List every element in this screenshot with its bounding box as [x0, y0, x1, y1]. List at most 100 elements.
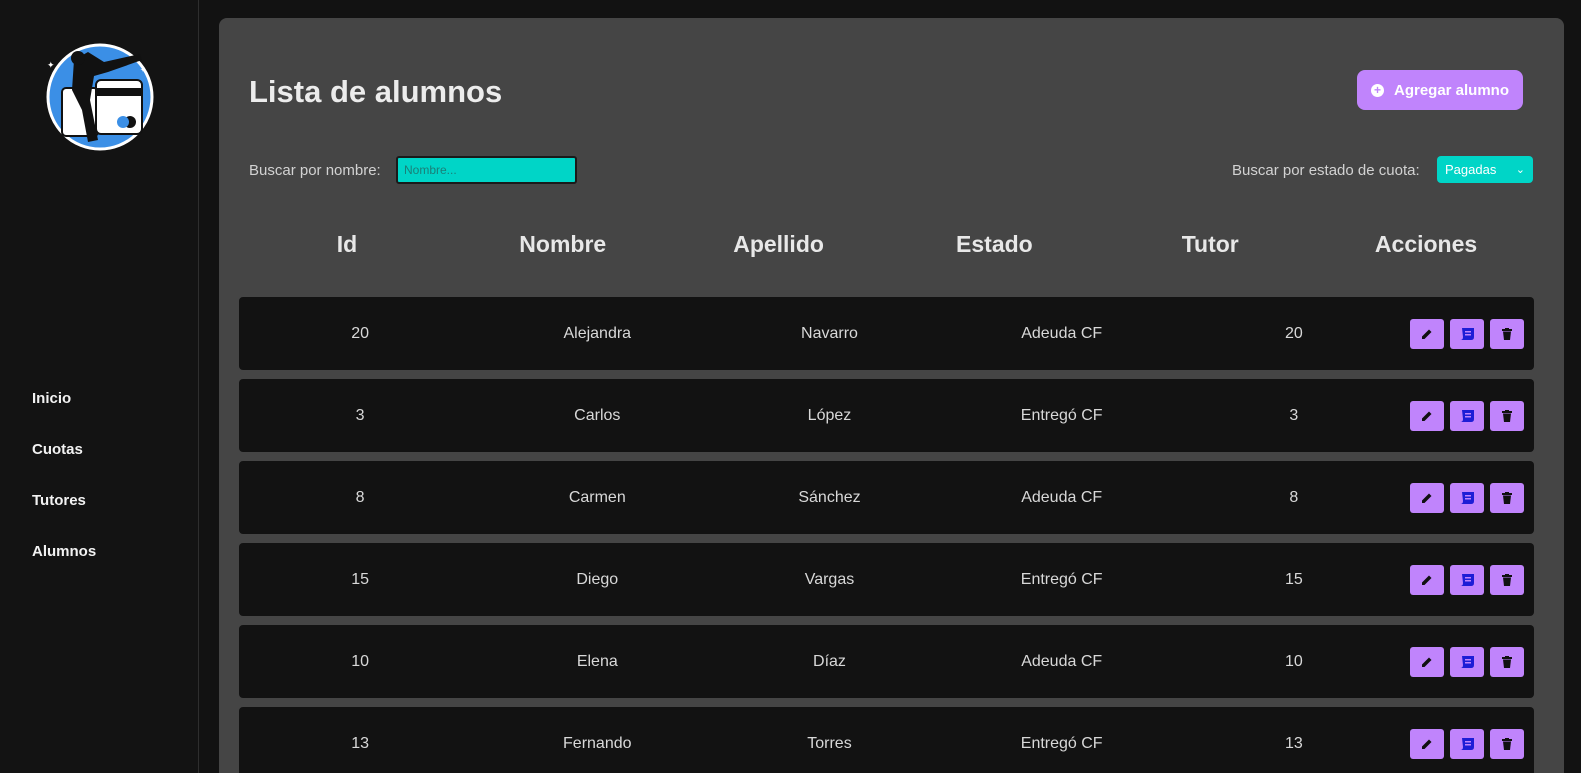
table-row: 3 Carlos López Entregó CF 3: [239, 379, 1534, 452]
cell-estado: Entregó CF: [1020, 734, 1103, 752]
filter-label: Buscar por estado de cuota:: [1232, 162, 1420, 179]
sidebar: ✦ ✦ Inicio Cuotas Tutores Alumnos: [0, 0, 199, 773]
cell-estado: Adeuda CF: [1021, 488, 1103, 506]
column-header-apellido: Apellido: [733, 231, 824, 257]
add-student-label: Agregar alumno: [1393, 81, 1510, 99]
trash-icon: [1501, 655, 1512, 668]
receipt-button[interactable]: [1449, 728, 1484, 759]
row-actions: [1409, 564, 1534, 595]
edit-icon: [1421, 329, 1432, 339]
cell-tutor: 15: [1284, 570, 1303, 588]
delete-button[interactable]: [1489, 482, 1524, 513]
receipt-icon: [1459, 737, 1474, 750]
receipt-icon: [1459, 327, 1474, 340]
edit-button[interactable]: [1409, 564, 1444, 595]
edit-icon: [1421, 575, 1432, 585]
search-label: Buscar por nombre:: [249, 162, 381, 179]
table-row: 13 Fernando Torres Entregó CF 13: [239, 707, 1534, 773]
delete-button[interactable]: [1489, 400, 1524, 431]
cell-apellido: López: [807, 406, 852, 424]
edit-button[interactable]: [1409, 728, 1444, 759]
cell-nombre: Carmen: [568, 488, 626, 506]
delete-button[interactable]: [1489, 728, 1524, 759]
table-header: Id Nombre Apellido Estado Tutor Acciones: [239, 226, 1534, 262]
table-body: 20 Alejandra Navarro Adeuda CF 20 3 Carl…: [239, 297, 1534, 773]
cell-estado: Adeuda CF: [1021, 324, 1103, 342]
column-header-tutor: Tutor: [1181, 231, 1239, 257]
cell-estado: Entregó CF: [1020, 406, 1103, 424]
column-header-id: Id: [336, 231, 358, 257]
edit-icon: [1421, 657, 1432, 667]
cell-tutor: 3: [1289, 406, 1299, 424]
cell-id: 10: [351, 652, 369, 670]
cell-id: 13: [351, 734, 369, 752]
fee-status-selected: Pagadas: [1445, 162, 1497, 177]
cell-apellido: Vargas: [804, 570, 855, 588]
table-row: 8 Carmen Sánchez Adeuda CF 8: [239, 461, 1534, 534]
cell-apellido: Sánchez: [798, 488, 861, 506]
cell-id: 15: [351, 570, 369, 588]
receipt-icon: [1459, 573, 1474, 586]
row-actions: [1409, 646, 1534, 677]
cell-estado: Adeuda CF: [1021, 652, 1103, 670]
delete-button[interactable]: [1489, 646, 1524, 677]
nav-item-cuotas[interactable]: Cuotas: [32, 440, 96, 491]
table-row: 10 Elena Díaz Adeuda CF 10: [239, 625, 1534, 698]
receipt-button[interactable]: [1449, 318, 1484, 349]
add-student-button[interactable]: + Agregar alumno: [1357, 70, 1523, 110]
cell-estado: Entregó CF: [1020, 570, 1103, 588]
trash-icon: [1501, 491, 1512, 504]
cell-id: 3: [355, 406, 365, 424]
svg-text:✦: ✦: [140, 66, 146, 74]
cell-tutor: 8: [1289, 488, 1299, 506]
sidebar-nav: Inicio Cuotas Tutores Alumnos: [32, 389, 96, 593]
fee-status-select[interactable]: Pagadas ⌄: [1437, 156, 1533, 183]
app-logo: ✦ ✦: [44, 40, 154, 155]
trash-icon: [1501, 737, 1512, 750]
cell-tutor: 13: [1284, 734, 1303, 752]
column-header-estado: Estado: [956, 231, 1033, 257]
nav-item-tutores[interactable]: Tutores: [32, 491, 96, 542]
edit-button[interactable]: [1409, 400, 1444, 431]
column-header-nombre: Nombre: [519, 231, 607, 257]
edit-button[interactable]: [1409, 482, 1444, 513]
column-header-acciones: Acciones: [1374, 231, 1478, 257]
row-actions: [1409, 318, 1534, 349]
svg-text:✦: ✦: [47, 60, 55, 70]
receipt-icon: [1459, 409, 1474, 422]
cell-nombre: Alejandra: [563, 324, 632, 342]
table-row: 20 Alejandra Navarro Adeuda CF 20: [239, 297, 1534, 370]
receipt-icon: [1459, 491, 1474, 504]
search-name-input[interactable]: [396, 156, 577, 184]
row-actions: [1409, 482, 1534, 513]
row-actions: [1409, 400, 1534, 431]
cell-id: 20: [351, 324, 369, 342]
nav-item-alumnos[interactable]: Alumnos: [32, 542, 96, 593]
receipt-button[interactable]: [1449, 482, 1484, 513]
cell-tutor: 10: [1284, 652, 1303, 670]
cell-nombre: Fernando: [563, 734, 632, 752]
trash-icon: [1501, 409, 1512, 422]
receipt-button[interactable]: [1449, 564, 1484, 595]
edit-button[interactable]: [1409, 318, 1444, 349]
delete-button[interactable]: [1489, 318, 1524, 349]
edit-icon: [1421, 411, 1432, 421]
plus-circle-icon: +: [1370, 83, 1384, 97]
chevron-down-icon: ⌄: [1515, 164, 1525, 176]
nav-item-inicio[interactable]: Inicio: [32, 389, 96, 440]
row-actions: [1409, 728, 1534, 759]
cell-apellido: Torres: [807, 734, 852, 752]
cell-nombre: Diego: [576, 570, 619, 588]
delete-button[interactable]: [1489, 564, 1524, 595]
cell-nombre: Carlos: [574, 406, 621, 424]
edit-icon: [1421, 739, 1432, 749]
receipt-button[interactable]: [1449, 646, 1484, 677]
receipt-button[interactable]: [1449, 400, 1484, 431]
main-panel: Lista de alumnos + Agregar alumno Buscar…: [219, 18, 1564, 773]
cell-apellido: Díaz: [813, 652, 846, 670]
cell-apellido: Navarro: [801, 324, 858, 342]
edit-button[interactable]: [1409, 646, 1444, 677]
trash-icon: [1501, 573, 1512, 586]
trash-icon: [1501, 327, 1512, 340]
table-row: 15 Diego Vargas Entregó CF 15: [239, 543, 1534, 616]
